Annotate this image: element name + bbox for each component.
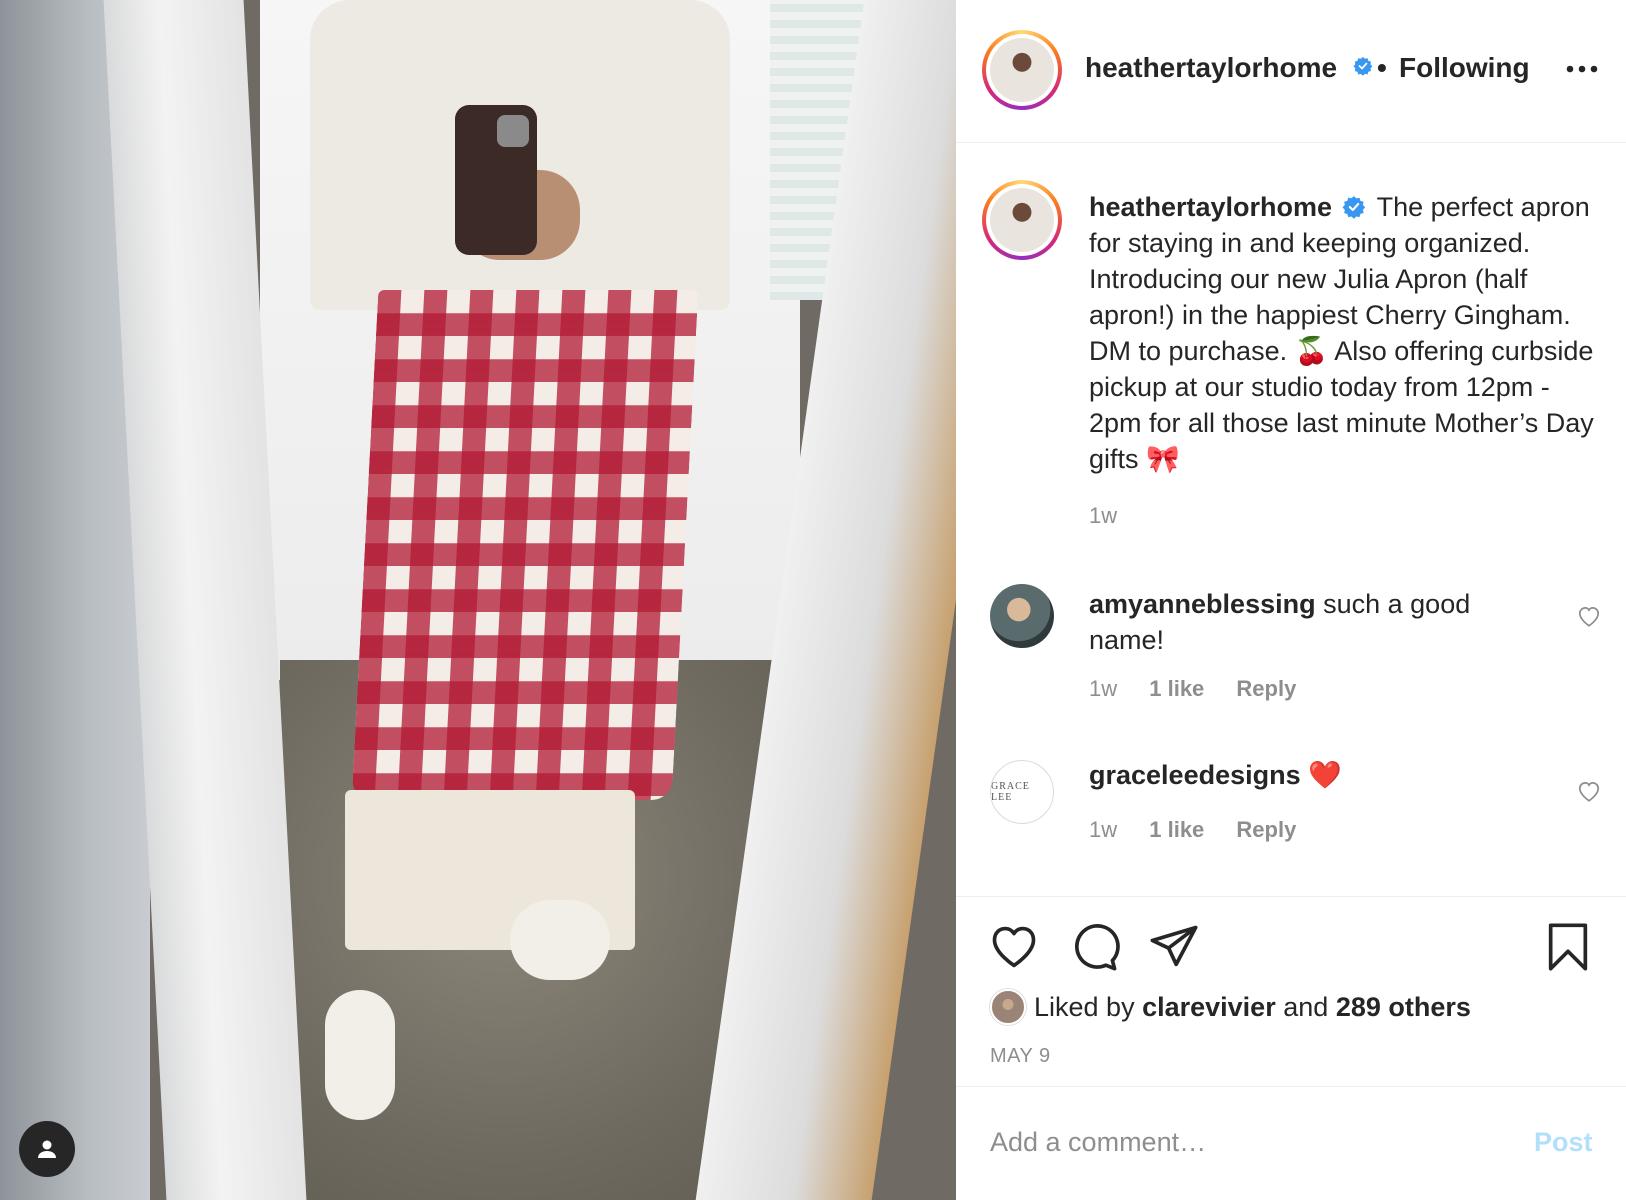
bookmark-icon[interactable] — [1542, 921, 1594, 973]
author-username[interactable]: heathertaylorhome — [1085, 52, 1337, 84]
post-comment-button[interactable]: Post — [1534, 1127, 1593, 1158]
photo-clog — [325, 990, 395, 1120]
comment-likes[interactable]: 1 like — [1149, 817, 1204, 842]
verified-badge-icon — [1353, 56, 1373, 76]
commenter-avatar-logo: GRACE LEE — [991, 781, 1030, 803]
comment-input[interactable] — [990, 1117, 1490, 1167]
post-sidebar: heathertaylorhome • Following heathertay… — [956, 0, 1626, 1200]
caption-timestamp[interactable]: 1w — [1089, 503, 1117, 529]
user-tag-icon — [38, 1140, 56, 1158]
comment-time[interactable]: 1w — [1089, 676, 1117, 701]
commenter-avatar[interactable] — [990, 584, 1054, 648]
photo-phone — [455, 105, 537, 255]
comment-username[interactable]: amyanneblessing — [1089, 589, 1316, 619]
liker-avatar[interactable] — [990, 989, 1026, 1025]
likes-summary: Liked by clarevivier and 289 others — [990, 987, 1471, 1027]
heart-icon[interactable] — [988, 921, 1040, 973]
share-icon[interactable] — [1148, 921, 1200, 973]
post-header: heathertaylorhome • Following — [956, 0, 1626, 143]
comment-meta: 1w 1 like Reply — [1089, 817, 1322, 843]
comment-reply-button[interactable]: Reply — [1236, 676, 1296, 701]
liker-username[interactable]: clarevivier — [1142, 992, 1276, 1023]
post-actions: Liked by clarevivier and 289 others MAY … — [956, 896, 1626, 1086]
comment-reply-button[interactable]: Reply — [1236, 817, 1296, 842]
add-comment-bar: Post — [956, 1086, 1626, 1200]
photo-clog — [510, 900, 610, 980]
caption-text: heathertaylorhome The perfect apron for … — [1089, 189, 1609, 477]
comment-text: amyanneblessing such a good name! — [1089, 586, 1529, 658]
likes-others-link[interactable]: 289 others — [1336, 992, 1471, 1023]
comment-text: graceleedesigns ❤️ — [1089, 757, 1529, 793]
comment-icon[interactable] — [1068, 921, 1120, 973]
commenter-avatar[interactable]: GRACE LEE — [990, 760, 1054, 824]
caption-author-avatar[interactable] — [982, 180, 1062, 260]
following-button[interactable]: Following — [1399, 52, 1530, 84]
likes-prefix: Liked by — [1034, 991, 1135, 1022]
verified-badge-icon — [1342, 195, 1365, 219]
comment-heart-icon[interactable] — [1576, 603, 1602, 629]
header-separator: • — [1377, 52, 1387, 83]
user-tag-button[interactable] — [19, 1121, 75, 1177]
comment-body: ❤️ — [1308, 760, 1342, 790]
comment-heart-icon[interactable] — [1576, 778, 1602, 804]
post-photo[interactable] — [0, 0, 956, 1200]
caption-body: The perfect apron for staying in and kee… — [1089, 192, 1594, 474]
caption-username[interactable]: heathertaylorhome — [1089, 192, 1332, 222]
comment-meta: 1w 1 like Reply — [1089, 676, 1322, 702]
comment-likes[interactable]: 1 like — [1149, 676, 1204, 701]
comment-time[interactable]: 1w — [1089, 817, 1117, 842]
post-date[interactable]: MAY 9 — [990, 1045, 1051, 1068]
photo-gingham-apron — [351, 290, 699, 800]
more-options-icon[interactable] — [1562, 56, 1602, 82]
comment-username[interactable]: graceleedesigns — [1089, 760, 1301, 790]
likes-joiner: and — [1283, 991, 1329, 1022]
author-avatar[interactable] — [982, 30, 1062, 110]
